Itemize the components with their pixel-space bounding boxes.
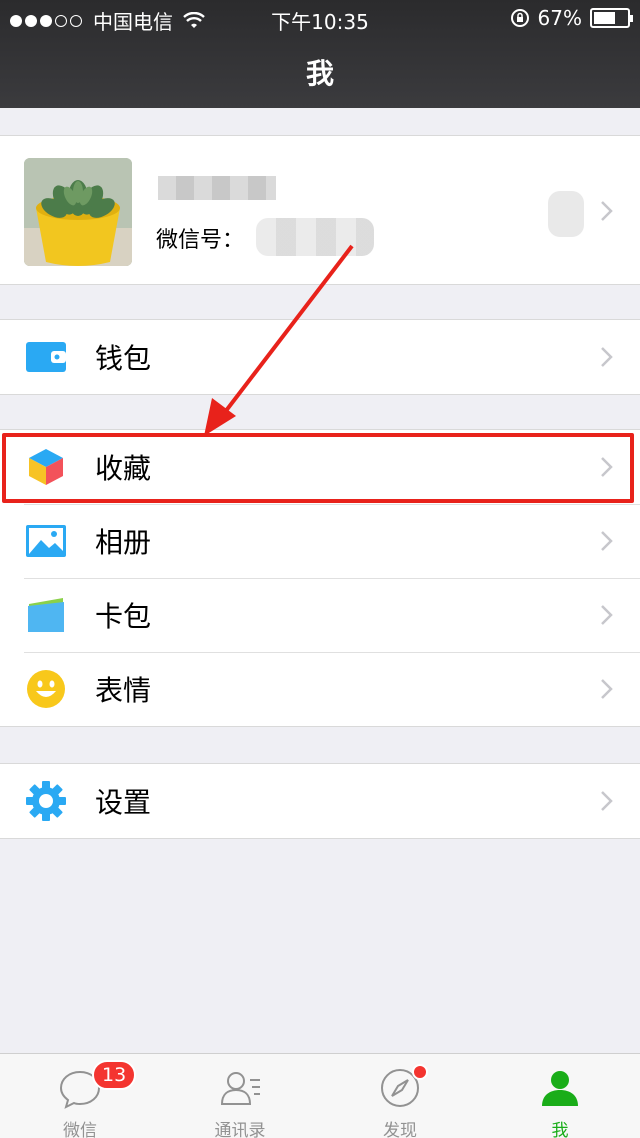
menu-item-stickers[interactable]: 表情 <box>0 652 640 726</box>
qr-code-icon[interactable] <box>548 191 584 237</box>
menu-item-card-wallet[interactable]: 卡包 <box>0 578 640 652</box>
wechat-id-blurred <box>256 218 374 256</box>
wallet-group: 钱包 <box>0 319 640 395</box>
avatar[interactable] <box>24 158 132 266</box>
menu-label-wallet: 钱包 <box>95 342 152 375</box>
settings-group: 设置 <box>0 763 640 839</box>
smiley-icon <box>25 668 67 710</box>
chevron-right-icon <box>601 791 613 811</box>
contacts-icon <box>220 1072 260 1105</box>
tab-contacts[interactable]: 通讯录 <box>160 1054 320 1138</box>
succulent-photo <box>24 158 132 266</box>
menu-item-album[interactable]: 相册 <box>0 504 640 578</box>
menu-item-favorites[interactable]: 收藏 <box>0 430 640 504</box>
nickname-blurred <box>158 176 276 200</box>
chevron-right-icon <box>601 347 613 367</box>
gear-icon <box>25 780 67 822</box>
profile-card[interactable]: 微信号： <box>0 135 640 285</box>
tab-label-discover: 发现 <box>383 1121 417 1138</box>
menu-label-favorites: 收藏 <box>95 452 152 485</box>
tab-me[interactable]: 我 <box>480 1054 640 1138</box>
favorites-cube-icon <box>25 446 67 488</box>
album-image-icon <box>25 520 67 562</box>
tab-chats[interactable]: 13 微信 <box>0 1054 160 1138</box>
menu-label-settings: 设置 <box>95 786 152 819</box>
battery-fill <box>594 12 616 24</box>
chevron-right-icon <box>601 605 613 625</box>
menu-item-wallet[interactable]: 钱包 <box>0 320 640 394</box>
status-bar: 中国电信 下午10:35 67% <box>0 0 640 36</box>
wallet-icon <box>25 336 67 378</box>
chevron-right-icon <box>601 201 613 221</box>
tab-label-contacts: 通讯录 <box>214 1121 266 1138</box>
card-wallet-icon <box>25 594 67 636</box>
tab-discover[interactable]: 发现 <box>320 1054 480 1138</box>
battery-icon <box>590 8 633 28</box>
menu-label-card-wallet: 卡包 <box>95 600 152 633</box>
rotation-lock-icon <box>510 9 529 27</box>
unread-badge: 13 <box>92 1060 137 1090</box>
person-icon <box>542 1071 578 1106</box>
discover-new-dot <box>412 1064 428 1080</box>
chevron-right-icon <box>601 457 613 477</box>
menu-item-settings[interactable]: 设置 <box>0 764 640 838</box>
top-header: 中国电信 下午10:35 67% 我 <box>0 0 640 108</box>
battery-percent: 67% <box>537 6 582 30</box>
chevron-right-icon <box>601 531 613 551</box>
wechat-id-label: 微信号： <box>156 228 245 253</box>
collection-group: 收藏 相册 卡包 表情 <box>0 429 640 727</box>
tab-bar: 13 微信 通讯录 发现 我 <box>0 1053 640 1138</box>
menu-label-album: 相册 <box>95 526 152 559</box>
tab-label-me: 我 <box>551 1121 569 1138</box>
page-title: 我 <box>305 57 334 90</box>
status-right: 67% <box>510 6 633 30</box>
menu-label-stickers: 表情 <box>95 674 152 707</box>
chevron-right-icon <box>601 679 613 699</box>
tab-label-chats: 微信 <box>63 1121 97 1138</box>
